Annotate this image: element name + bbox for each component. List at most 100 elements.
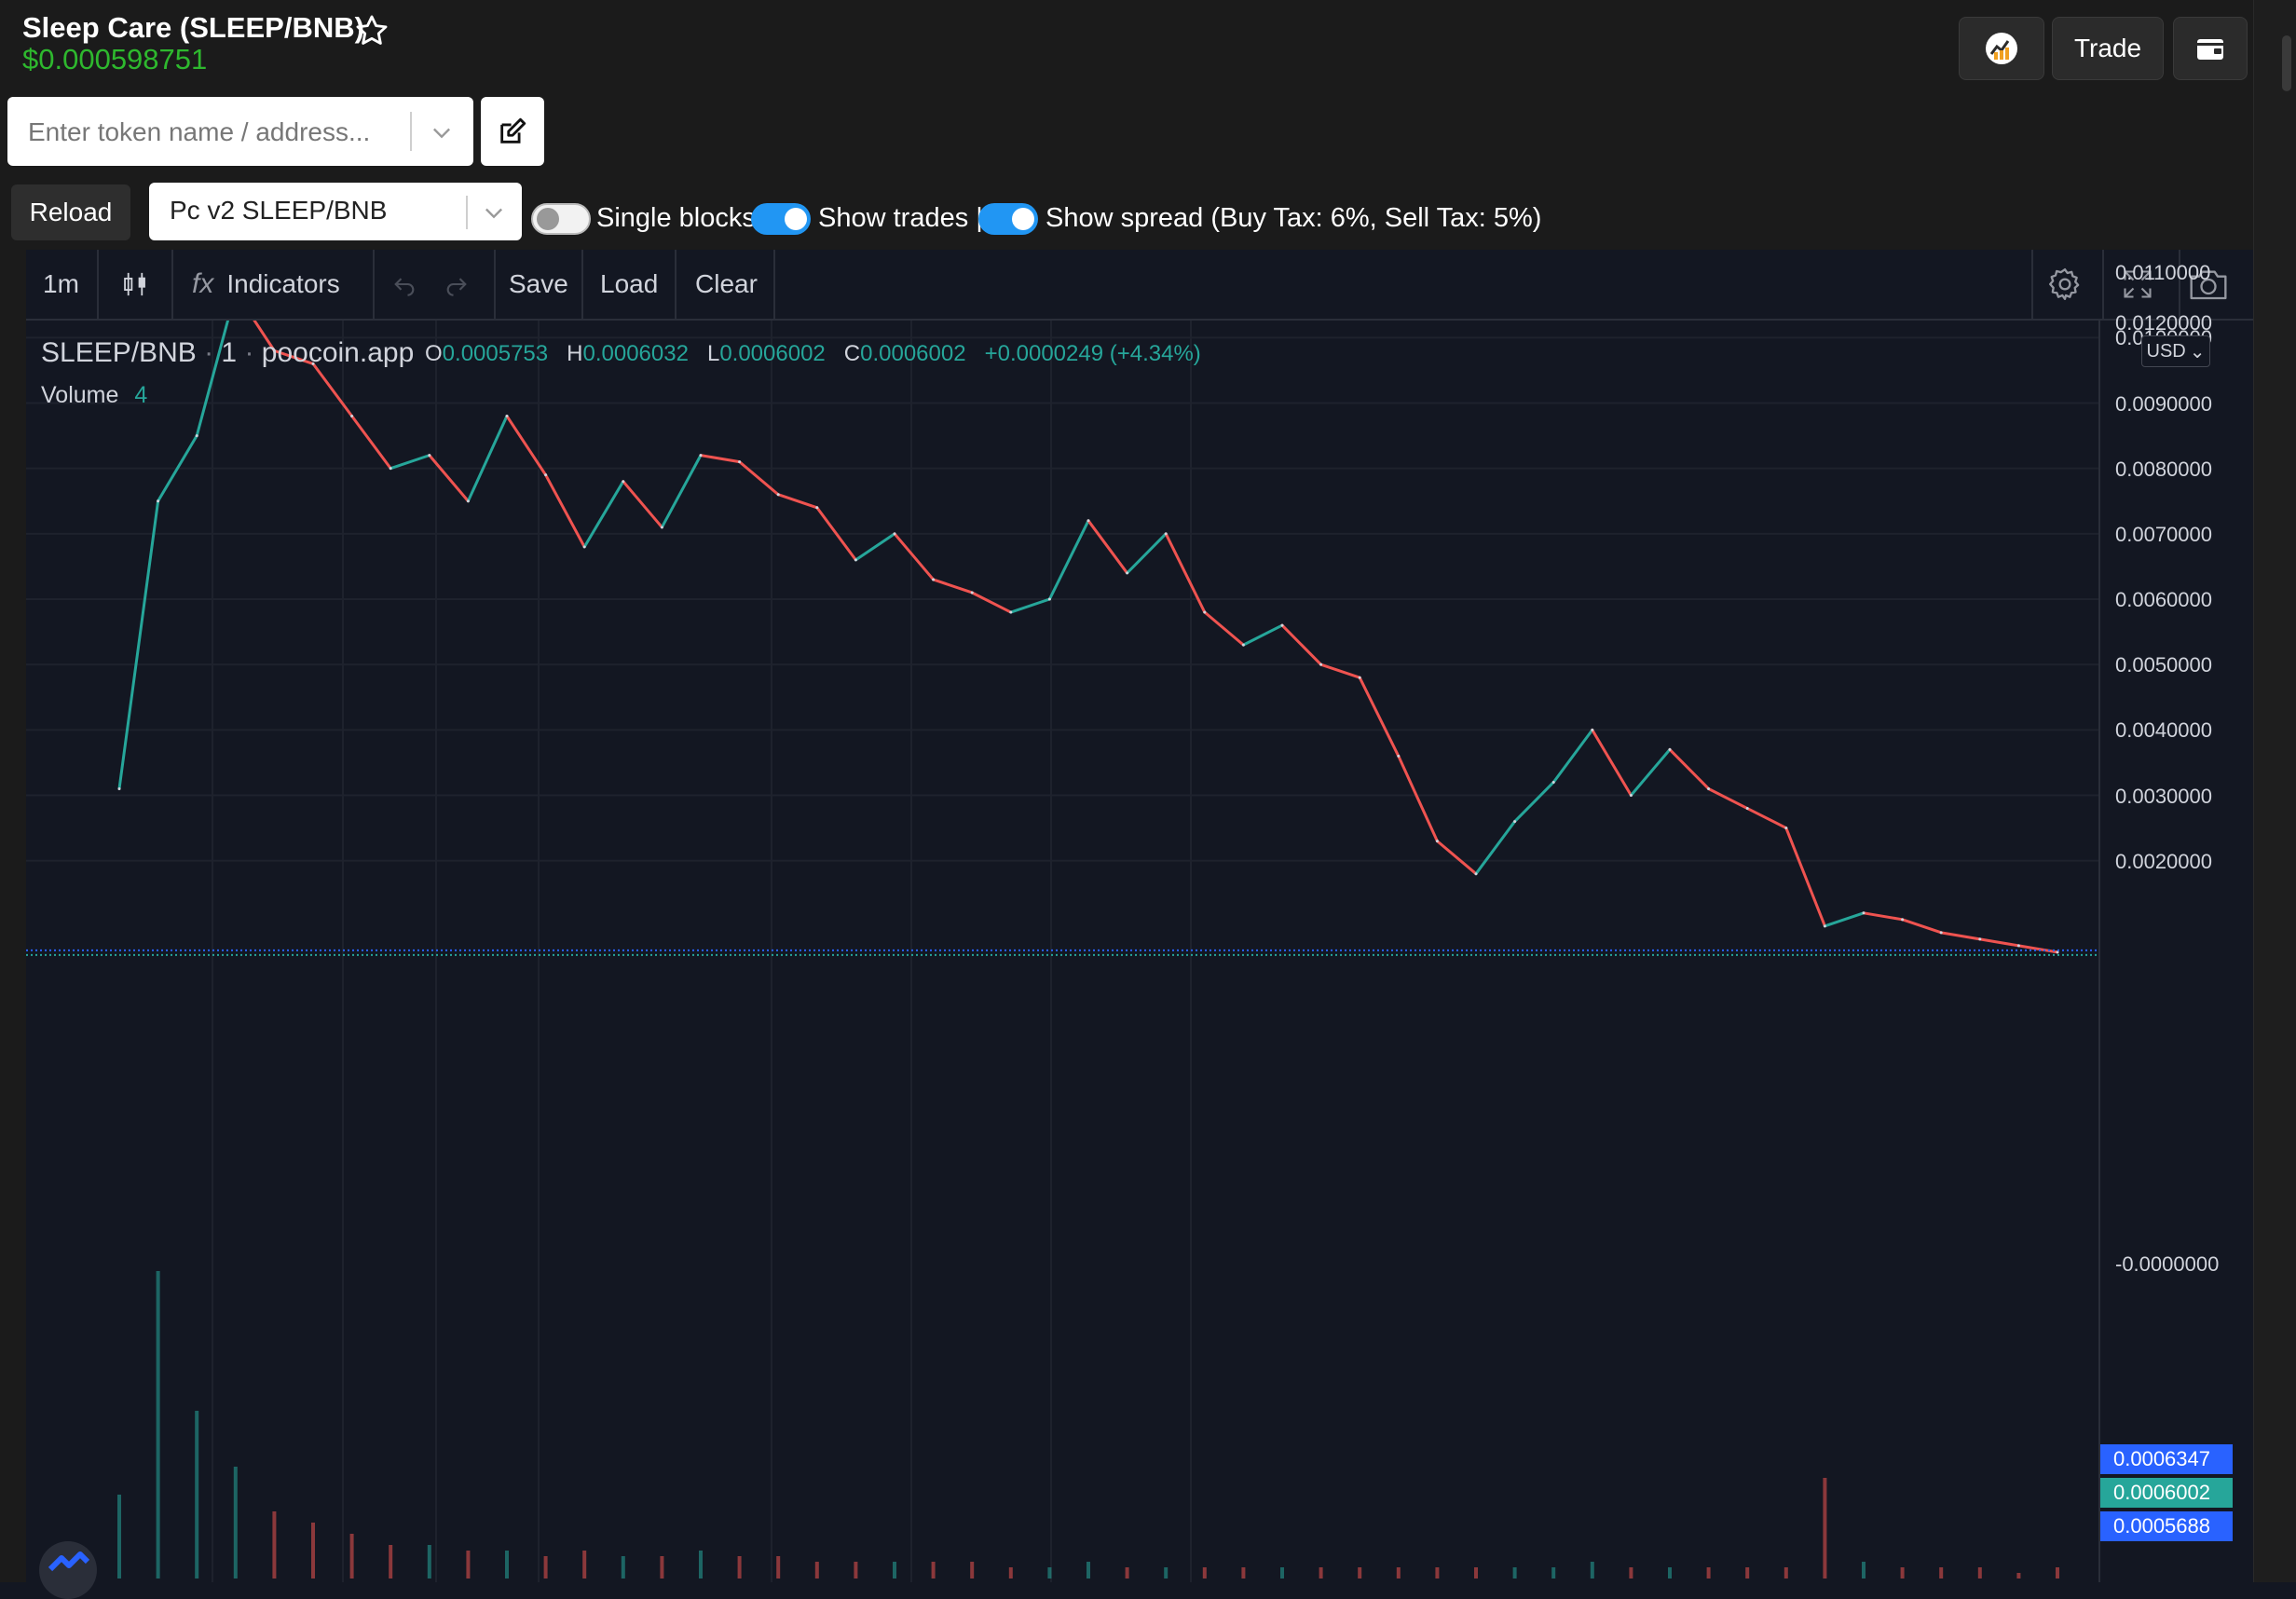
- candle-type-button[interactable]: [119, 250, 151, 319]
- scrollbar-thumb[interactable]: [2282, 35, 2291, 91]
- trade-button[interactable]: Trade: [2052, 17, 2164, 80]
- undo-button[interactable]: [391, 250, 417, 319]
- show-trades-toggle[interactable]: [751, 203, 811, 235]
- pair-select-value: Pc v2 SLEEP/BNB: [170, 196, 388, 225]
- price-point: [932, 578, 936, 581]
- clear-button[interactable]: Clear: [695, 250, 758, 319]
- price-segment: [1397, 754, 1439, 843]
- show-spread-toggle[interactable]: [978, 203, 1038, 235]
- price-segment: [1203, 610, 1245, 647]
- price-segment: [622, 480, 663, 529]
- price-point: [1241, 643, 1245, 647]
- volume-bar: [1319, 1567, 1323, 1578]
- volume-bar: [1047, 1567, 1052, 1578]
- price-segment: [1164, 532, 1207, 614]
- price-point: [117, 786, 121, 790]
- pair-select[interactable]: Pc v2 SLEEP/BNB: [149, 183, 522, 240]
- price-point: [970, 591, 974, 594]
- price-point: [1280, 623, 1284, 627]
- load-button[interactable]: Load: [600, 250, 658, 319]
- price-point: [1513, 820, 1517, 824]
- price-tag-high-label: 0.0006347: [2113, 1447, 2210, 1470]
- price-segment: [854, 532, 896, 562]
- token-price: $0.000598751: [22, 43, 208, 75]
- price-point: [466, 499, 470, 503]
- currency-button[interactable]: USD ⌄: [2141, 335, 2210, 367]
- price-segment: [389, 454, 431, 471]
- price-axis[interactable]: 0.01100000.01000000.00900000.00800000.00…: [2098, 261, 2255, 1582]
- price-tag-low: 0.0005688: [2100, 1511, 2233, 1541]
- volume-bar: [272, 1511, 277, 1578]
- indicators-button[interactable]: fx Indicators: [192, 250, 340, 319]
- single-blocks-toggle[interactable]: [531, 203, 591, 235]
- ohlc-o-label: O: [425, 341, 443, 366]
- price-point: [2016, 944, 2020, 948]
- save-button[interactable]: Save: [509, 250, 568, 319]
- price-segment: [1823, 911, 1866, 928]
- volume-bar: [1862, 1562, 1866, 1578]
- wallet-button[interactable]: [2173, 17, 2248, 80]
- chevron-down-icon[interactable]: [429, 119, 455, 145]
- price-point: [1707, 786, 1711, 790]
- price-tag-low-label: 0.0005688: [2113, 1514, 2210, 1538]
- interval-button[interactable]: 1m: [43, 250, 79, 319]
- star-icon[interactable]: [354, 13, 390, 48]
- volume-bar: [1125, 1567, 1129, 1578]
- price-axis-tick-label: 0.0060000: [2115, 588, 2212, 611]
- price-chart[interactable]: [26, 271, 2098, 1582]
- price-segment: [1784, 827, 1826, 928]
- volume-bar: [1900, 1567, 1905, 1578]
- price-point: [544, 473, 548, 477]
- volume-bar: [156, 1271, 160, 1578]
- token-search[interactable]: [7, 97, 473, 166]
- candlestick-icon: [124, 272, 145, 296]
- price-axis-tick-label: 0.0040000: [2115, 718, 2212, 743]
- price-segment: [1358, 676, 1401, 758]
- volume-bar: [582, 1551, 587, 1578]
- price-point: [1397, 754, 1401, 758]
- show-trades-label: Show trades |: [818, 203, 983, 233]
- price-point: [582, 545, 586, 549]
- volume-bar: [1512, 1567, 1517, 1578]
- volume-bar: [543, 1556, 548, 1578]
- redo-button[interactable]: [444, 250, 470, 319]
- price-point: [776, 493, 780, 497]
- volume-bar: [1241, 1567, 1246, 1578]
- tradingview-logo-icon: [48, 1551, 90, 1572]
- chart-area[interactable]: [26, 271, 2098, 1582]
- chart-left-border: [0, 250, 26, 1582]
- search-input[interactable]: [26, 110, 403, 155]
- price-segment: [311, 362, 354, 418]
- tradingview-logo[interactable]: [39, 1541, 97, 1599]
- volume-bar: [931, 1562, 936, 1578]
- price-point: [622, 480, 625, 484]
- price-point: [1126, 571, 1129, 575]
- token-title: Sleep Care (SLEEP/BNB): [22, 11, 364, 44]
- price-segment: [1978, 937, 2020, 948]
- volume-bar: [195, 1411, 199, 1578]
- volume-bar: [1008, 1567, 1013, 1578]
- volume-bar: [1435, 1567, 1440, 1578]
- price-point: [893, 532, 896, 536]
- ohlc-c-value: 0.0006002: [860, 341, 966, 366]
- volume-bar: [349, 1534, 354, 1578]
- reload-button[interactable]: Reload: [11, 184, 130, 240]
- price-axis-tick-label: -0.0000000: [2115, 1252, 2220, 1276]
- price-point: [1629, 794, 1633, 797]
- chevron-down-icon[interactable]: [481, 199, 507, 226]
- ohlc-l-value: 0.0006002: [719, 341, 826, 366]
- price-segment: [1047, 519, 1090, 601]
- volume-bar: [427, 1545, 431, 1578]
- edit-button[interactable]: [481, 97, 544, 166]
- volume-bar: [1474, 1567, 1478, 1578]
- gear-icon: [2049, 268, 2080, 300]
- price-point: [1978, 937, 1982, 941]
- chart-icon-button[interactable]: [1959, 17, 2044, 80]
- page-scrollbar[interactable]: [2253, 0, 2296, 1582]
- legend-interval: 1: [221, 337, 238, 368]
- volume-bar: [505, 1551, 509, 1578]
- volume-bar: [814, 1562, 819, 1578]
- settings-button[interactable]: [2046, 250, 2084, 319]
- price-segment: [1629, 747, 1672, 797]
- price-axis-tick-label: 0.0070000: [2115, 522, 2212, 546]
